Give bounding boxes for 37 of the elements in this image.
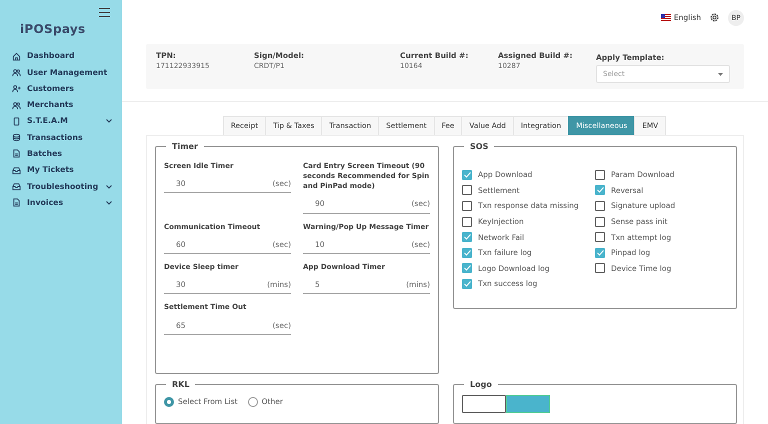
checkbox[interactable] [462,200,472,211]
radio-button[interactable] [248,396,258,407]
phone-icon [12,116,21,126]
checkbox[interactable] [595,248,605,258]
home-icon [12,52,21,61]
flag-icon [660,14,671,22]
checkbox[interactable] [595,170,605,180]
users-icon [12,68,21,77]
checkbox[interactable] [462,248,472,258]
checkbox[interactable] [595,232,605,242]
settings-icon[interactable] [709,12,720,24]
chevron-icon [106,119,112,124]
checkbox[interactable] [595,185,605,196]
checkbox[interactable] [462,232,472,242]
checkbox[interactable] [595,263,605,274]
brand-logo: iPOSpays [20,21,86,38]
coins-icon [12,133,21,142]
user-plus-icon [12,84,21,94]
checkbox[interactable] [462,216,472,227]
inbox-icon [12,182,21,192]
menu-icon[interactable] [99,8,110,17]
document-icon [12,149,21,158]
checkbox[interactable] [462,278,472,289]
chevron-icon [106,184,112,189]
caret-icon [718,72,723,76]
checkbox[interactable] [595,216,605,227]
checkbox[interactable] [462,263,472,274]
radio-button[interactable] [164,396,174,407]
checkbox[interactable] [462,185,472,196]
fieldset-legend: Logo [464,379,498,391]
upload-button[interactable] [462,395,506,413]
inbox-icon [12,166,21,175]
checkbox[interactable] [595,200,605,211]
users-icon [12,100,21,110]
checkbox[interactable] [462,170,472,180]
document-icon [12,198,21,208]
chevron-icon [106,200,112,205]
